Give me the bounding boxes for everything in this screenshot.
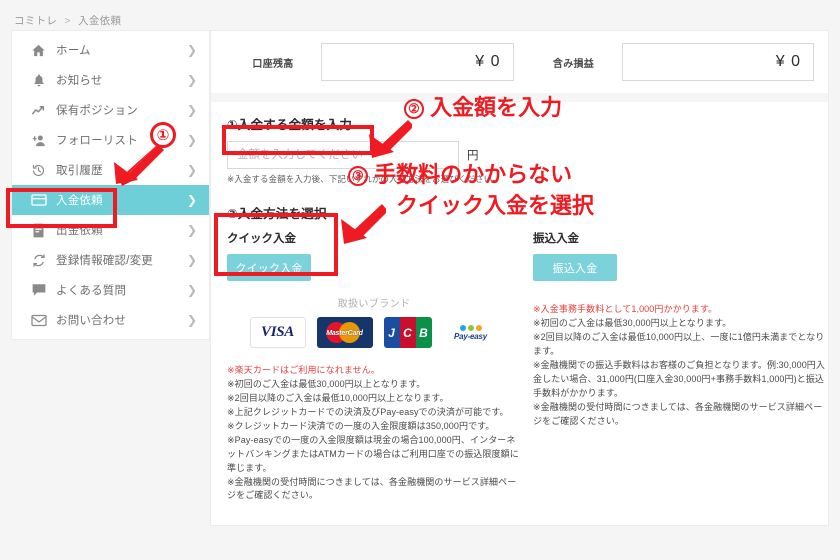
sidebar-item-label: ホーム bbox=[56, 45, 91, 57]
quick-deposit-heading: クイック入金 bbox=[227, 233, 296, 245]
sidebar-item-label: 入金依頼 bbox=[56, 195, 103, 207]
chevron-right-icon: ❯ bbox=[186, 283, 197, 297]
sidebar-item-label: 保有ポジション bbox=[56, 105, 138, 117]
note-line: ※金融機関の受付時間につきましては、各金融機関のサービス詳細ページをご確認くださ… bbox=[227, 476, 517, 501]
chevron-right-icon: ❯ bbox=[186, 253, 197, 267]
sidebar-item-4[interactable]: 取引履歴 ❯ bbox=[12, 155, 209, 185]
amount-input[interactable] bbox=[227, 141, 459, 169]
quick-deposit-notes: ※楽天カードはご利用になれません。 ※初回のご入金は最低30,000円以上となりま… bbox=[227, 364, 521, 503]
note-line: ※初回のご入金は最低30,000円以上となります。 bbox=[533, 317, 732, 328]
yen-unit-label: 円 bbox=[467, 150, 479, 162]
bank-transfer-heading: 振込入金 bbox=[533, 233, 579, 245]
note-line: ※上記クレジットカードでの決済及びPay-easyでの決済が可能です。 bbox=[227, 406, 509, 417]
card-icon bbox=[30, 192, 47, 209]
history-icon bbox=[30, 162, 47, 179]
sidebar-item-label: お知らせ bbox=[56, 75, 103, 87]
payeasy-label: Pay-easy bbox=[453, 331, 488, 341]
breadcrumb-current: 入金依頼 bbox=[78, 15, 122, 27]
method-section-title: ②入金方法を選択 bbox=[227, 207, 327, 221]
home-icon bbox=[30, 42, 47, 59]
breadcrumb-root[interactable]: コミトレ bbox=[14, 15, 57, 27]
note-line: ※2回目以降のご入金は最低10,000円以上、一度に1億円未満までとなります。 bbox=[533, 331, 825, 356]
sidebar-item-1[interactable]: お知らせ ❯ bbox=[12, 65, 209, 95]
note-line: ※初回のご入金は最低30,000円以上となります。 bbox=[227, 378, 426, 389]
note-line: ※金融機関での振込手数料はお客様のご負担となります。例:30,000円入金したい… bbox=[533, 359, 826, 398]
balance-account: 口座残高 ¥ 0 bbox=[225, 43, 514, 81]
balance-account-value: ¥ 0 bbox=[321, 43, 514, 81]
sidebar-item-6[interactable]: 出金依頼 ❯ bbox=[12, 215, 209, 245]
mastercard-label: MasterCard bbox=[326, 329, 363, 337]
sidebar-item-2[interactable]: 保有ポジション ❯ bbox=[12, 95, 209, 125]
sidebar-item-label: お問い合わせ bbox=[56, 315, 127, 327]
panel-divider bbox=[211, 93, 828, 102]
bank-transfer-column: 振込入金 振込入金 ※入金事務手数料として1,000円かかります。 ※初回のご入金… bbox=[533, 230, 827, 503]
breadcrumb: コミトレ > 入金依頼 bbox=[14, 13, 121, 28]
note-line: ※楽天カードはご利用になれません。 bbox=[227, 365, 380, 375]
bank-transfer-button[interactable]: 振込入金 bbox=[533, 254, 617, 281]
jcb-icon: J C B bbox=[383, 317, 432, 348]
sidebar-item-5[interactable]: 入金依頼 ❯ bbox=[12, 185, 209, 215]
deposit-form: ①入金する金額を入力 円 ※入金する金額を入力後、下記いずれかの入金方法をお選び… bbox=[211, 102, 828, 525]
chevron-right-icon: ❯ bbox=[186, 223, 197, 237]
sidebar-nav-list: ホーム ❯ お知らせ ❯ 保有ポジション ❯ フォローリスト ❯ 取引履歴 ❯ 入金依頼 ❯ 出金依頼 ❯… bbox=[12, 35, 209, 335]
document-icon bbox=[30, 222, 47, 239]
add-user-icon bbox=[30, 132, 47, 149]
method-columns: クイック入金 クイック入金 取扱いブランド VISA MasterCard J … bbox=[227, 230, 825, 503]
amount-input-row: 円 bbox=[227, 141, 812, 169]
amount-helper-note: ※入金する金額を入力後、下記いずれかの入金方法をお選びください。 bbox=[227, 174, 501, 184]
brand-logos: VISA MasterCard J C B Pay-easy bbox=[227, 317, 521, 348]
sidebar-item-3[interactable]: フォローリスト ❯ bbox=[12, 125, 209, 155]
chevron-right-icon: ❯ bbox=[186, 43, 197, 57]
brands-label: 取扱いブランド bbox=[337, 299, 411, 310]
chevron-right-icon: ❯ bbox=[186, 193, 197, 207]
sidebar-item-0[interactable]: ホーム ❯ bbox=[12, 35, 209, 65]
mastercard-icon: MasterCard bbox=[316, 317, 373, 348]
chevron-right-icon: ❯ bbox=[186, 73, 197, 87]
sidebar-item-7[interactable]: 登録情報確認/変更 ❯ bbox=[12, 245, 209, 275]
refresh-icon bbox=[30, 252, 47, 269]
note-line: ※2回目以降のご入金は最低10,000円以上となります。 bbox=[227, 392, 449, 403]
mail-icon bbox=[30, 312, 47, 329]
visa-icon: VISA bbox=[249, 317, 306, 348]
breadcrumb-separator: > bbox=[64, 15, 71, 27]
sidebar-item-9[interactable]: お問い合わせ ❯ bbox=[12, 305, 209, 335]
main-panel: 口座残高 ¥ 0 含み損益 ¥ 0 ①入金する金額を入力 円 ※入金する金額を入… bbox=[210, 30, 829, 527]
sidebar-item-8[interactable]: よくある質問 ❯ bbox=[12, 275, 209, 305]
balance-pnl: 含み損益 ¥ 0 bbox=[526, 43, 814, 81]
app-page: コミトレ > 入金依頼 ホーム ❯ お知らせ ❯ 保有ポジション ❯ フォローリスト ❯ 取引履… bbox=[0, 0, 840, 560]
sidebar-item-label: 登録情報確認/変更 bbox=[56, 255, 153, 267]
chevron-right-icon: ❯ bbox=[186, 103, 197, 117]
note-line: ※Pay-easyでの一度の入金限度額は現金の場合100,000円、インターネッ… bbox=[227, 434, 519, 473]
bell-icon bbox=[30, 72, 47, 89]
balance-row: 口座残高 ¥ 0 含み損益 ¥ 0 bbox=[211, 31, 828, 93]
chevron-right-icon: ❯ bbox=[186, 313, 197, 327]
bank-transfer-notes: ※入金事務手数料として1,000円かかります。 ※初回のご入金は最低30,000円… bbox=[533, 303, 827, 428]
visa-label: VISA bbox=[261, 324, 294, 340]
balance-account-label: 口座残高 bbox=[252, 58, 294, 70]
quick-deposit-button[interactable]: クイック入金 bbox=[227, 254, 311, 281]
balance-pnl-label: 含み損益 bbox=[552, 58, 595, 70]
note-line: ※入金事務手数料として1,000円かかります。 bbox=[533, 304, 718, 314]
balance-pnl-value: ¥ 0 bbox=[621, 43, 814, 81]
sidebar-item-label: 出金依頼 bbox=[56, 225, 103, 237]
sidebar: ホーム ❯ お知らせ ❯ 保有ポジション ❯ フォローリスト ❯ 取引履歴 ❯ 入金依頼 ❯ 出金依頼 ❯… bbox=[11, 30, 210, 340]
sidebar-item-label: よくある質問 bbox=[56, 285, 127, 297]
trend-icon bbox=[30, 102, 47, 119]
chevron-right-icon: ❯ bbox=[186, 133, 197, 147]
chat-icon bbox=[30, 282, 47, 299]
note-line: ※クレジットカード決済での一度の入金限度額は350,000円です。 bbox=[227, 420, 495, 431]
amount-section-title: ①入金する金額を入力 bbox=[227, 118, 353, 132]
chevron-right-icon: ❯ bbox=[186, 163, 197, 177]
sidebar-item-label: フォローリスト bbox=[56, 135, 138, 147]
sidebar-item-label: 取引履歴 bbox=[56, 165, 103, 177]
note-line: ※金融機関の受付時間につきましては、各金融機関のサービス詳細ページをご確認くださ… bbox=[533, 401, 823, 426]
quick-deposit-column: クイック入金 クイック入金 取扱いブランド VISA MasterCard J … bbox=[227, 230, 521, 503]
payeasy-icon: Pay-easy bbox=[442, 317, 499, 348]
